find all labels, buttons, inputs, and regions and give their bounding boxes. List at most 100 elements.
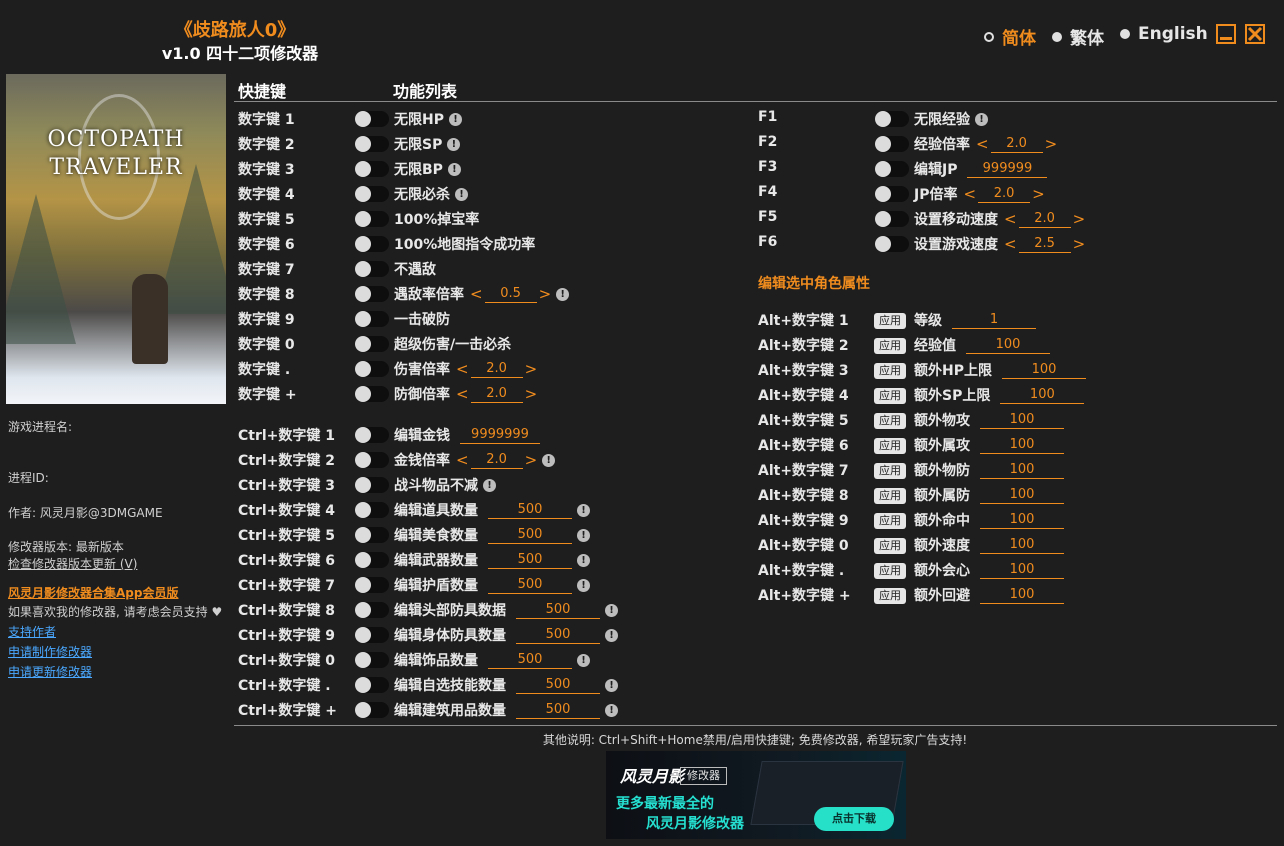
value-input[interactable]: 100 (966, 337, 1050, 354)
feature-toggle[interactable] (355, 386, 389, 402)
warning-icon[interactable]: ! (577, 653, 590, 667)
decrease-arrow-icon[interactable]: < (456, 360, 469, 378)
warning-icon[interactable]: ! (577, 528, 590, 542)
value-input[interactable]: 100 (980, 537, 1064, 554)
warning-icon[interactable]: ! (455, 187, 468, 201)
warning-icon[interactable]: ! (577, 503, 590, 517)
feature-toggle[interactable] (875, 136, 909, 152)
apply-button[interactable]: 应用 (874, 413, 906, 429)
feature-toggle[interactable] (355, 211, 389, 227)
feature-toggle[interactable] (875, 161, 909, 177)
feature-toggle[interactable] (355, 502, 389, 518)
increase-arrow-icon[interactable]: > (525, 360, 538, 378)
value-input[interactable]: 500 (488, 552, 572, 569)
value-input[interactable]: 100 (980, 437, 1064, 454)
warning-icon[interactable]: ! (605, 628, 618, 642)
lang-traditional[interactable]: 繁体 (1052, 24, 1104, 49)
ad-banner[interactable]: 风灵月影 修改器 更多最新最全的 风灵月影修改器 点击下载 (606, 751, 906, 839)
feature-toggle[interactable] (355, 111, 389, 127)
value-input[interactable]: 2.0 (978, 186, 1031, 203)
apply-button[interactable]: 应用 (874, 363, 906, 379)
decrease-arrow-icon[interactable]: < (1004, 235, 1017, 253)
minimize-button[interactable] (1216, 24, 1236, 44)
warning-icon[interactable]: ! (556, 287, 570, 301)
value-input[interactable]: 2.0 (470, 386, 523, 403)
value-input[interactable]: 100 (980, 512, 1064, 529)
feature-toggle[interactable] (355, 527, 389, 543)
feature-toggle[interactable] (875, 211, 909, 227)
value-input[interactable]: 500 (488, 577, 572, 594)
value-input[interactable]: 9999999 (460, 427, 540, 444)
value-input[interactable]: 500 (516, 627, 600, 644)
apply-button[interactable]: 应用 (874, 438, 906, 454)
value-input[interactable]: 2.0 (470, 452, 523, 469)
apply-button[interactable]: 应用 (874, 563, 906, 579)
check-update-link[interactable]: 检查修改器版本更新 (V) (8, 555, 137, 572)
decrease-arrow-icon[interactable]: < (963, 185, 976, 203)
request-make-link[interactable]: 申请制作修改器 (8, 643, 92, 660)
app-promo-link[interactable]: 风灵月影修改器合集App会员版 (8, 584, 178, 601)
value-input[interactable]: 100 (980, 462, 1064, 479)
value-input[interactable]: 500 (516, 677, 600, 694)
feature-toggle[interactable] (355, 552, 389, 568)
feature-toggle[interactable] (355, 286, 389, 302)
apply-button[interactable]: 应用 (874, 313, 906, 329)
value-input[interactable]: 100 (1001, 362, 1086, 379)
increase-arrow-icon[interactable]: > (1073, 235, 1086, 253)
feature-toggle[interactable] (875, 186, 909, 202)
value-input[interactable]: 2.0 (470, 361, 523, 378)
apply-button[interactable]: 应用 (874, 488, 906, 504)
feature-toggle[interactable] (355, 186, 389, 202)
feature-toggle[interactable] (355, 652, 389, 668)
warning-icon[interactable]: ! (577, 578, 590, 592)
value-input[interactable]: 100 (1000, 387, 1085, 404)
feature-toggle[interactable] (875, 236, 909, 252)
warning-icon[interactable]: ! (447, 162, 461, 176)
value-input[interactable]: 500 (516, 702, 600, 719)
feature-toggle[interactable] (355, 261, 389, 277)
increase-arrow-icon[interactable]: > (1073, 210, 1086, 228)
value-input[interactable]: 500 (488, 502, 572, 519)
request-update-link[interactable]: 申请更新修改器 (8, 663, 92, 680)
decrease-arrow-icon[interactable]: < (976, 135, 989, 153)
warning-icon[interactable]: ! (447, 137, 461, 151)
feature-toggle[interactable] (355, 427, 389, 443)
value-input[interactable]: 2.0 (1018, 211, 1071, 228)
feature-toggle[interactable] (355, 602, 389, 618)
warning-icon[interactable]: ! (542, 453, 556, 467)
value-input[interactable]: 999999 (967, 161, 1048, 178)
decrease-arrow-icon[interactable]: < (456, 451, 469, 469)
feature-toggle[interactable] (355, 161, 389, 177)
warning-icon[interactable]: ! (448, 112, 462, 126)
lang-english[interactable]: English (1120, 24, 1208, 44)
feature-toggle[interactable] (355, 677, 389, 693)
decrease-arrow-icon[interactable]: < (456, 385, 469, 403)
feature-toggle[interactable] (355, 452, 389, 468)
value-input[interactable]: 500 (516, 602, 600, 619)
value-input[interactable]: 1 (952, 312, 1036, 329)
feature-toggle[interactable] (875, 111, 909, 127)
feature-toggle[interactable] (355, 236, 389, 252)
feature-toggle[interactable] (355, 361, 389, 377)
warning-icon[interactable]: ! (605, 678, 618, 692)
feature-toggle[interactable] (355, 577, 389, 593)
value-input[interactable]: 500 (488, 527, 572, 544)
support-author-link[interactable]: 支持作者 (8, 623, 56, 640)
value-input[interactable]: 100 (980, 412, 1064, 429)
value-input[interactable]: 100 (980, 487, 1064, 504)
warning-icon[interactable]: ! (975, 112, 988, 126)
apply-button[interactable]: 应用 (874, 463, 906, 479)
feature-toggle[interactable] (355, 336, 389, 352)
apply-button[interactable]: 应用 (874, 513, 906, 529)
feature-toggle[interactable] (355, 477, 389, 493)
increase-arrow-icon[interactable]: > (525, 451, 538, 469)
apply-button[interactable]: 应用 (874, 538, 906, 554)
increase-arrow-icon[interactable]: > (539, 285, 552, 303)
apply-button[interactable]: 应用 (874, 338, 906, 354)
warning-icon[interactable]: ! (605, 603, 618, 617)
value-input[interactable]: 0.5 (484, 286, 537, 303)
feature-toggle[interactable] (355, 702, 389, 718)
increase-arrow-icon[interactable]: > (525, 385, 538, 403)
close-button[interactable] (1245, 24, 1265, 44)
value-input[interactable]: 2.5 (1018, 236, 1071, 253)
